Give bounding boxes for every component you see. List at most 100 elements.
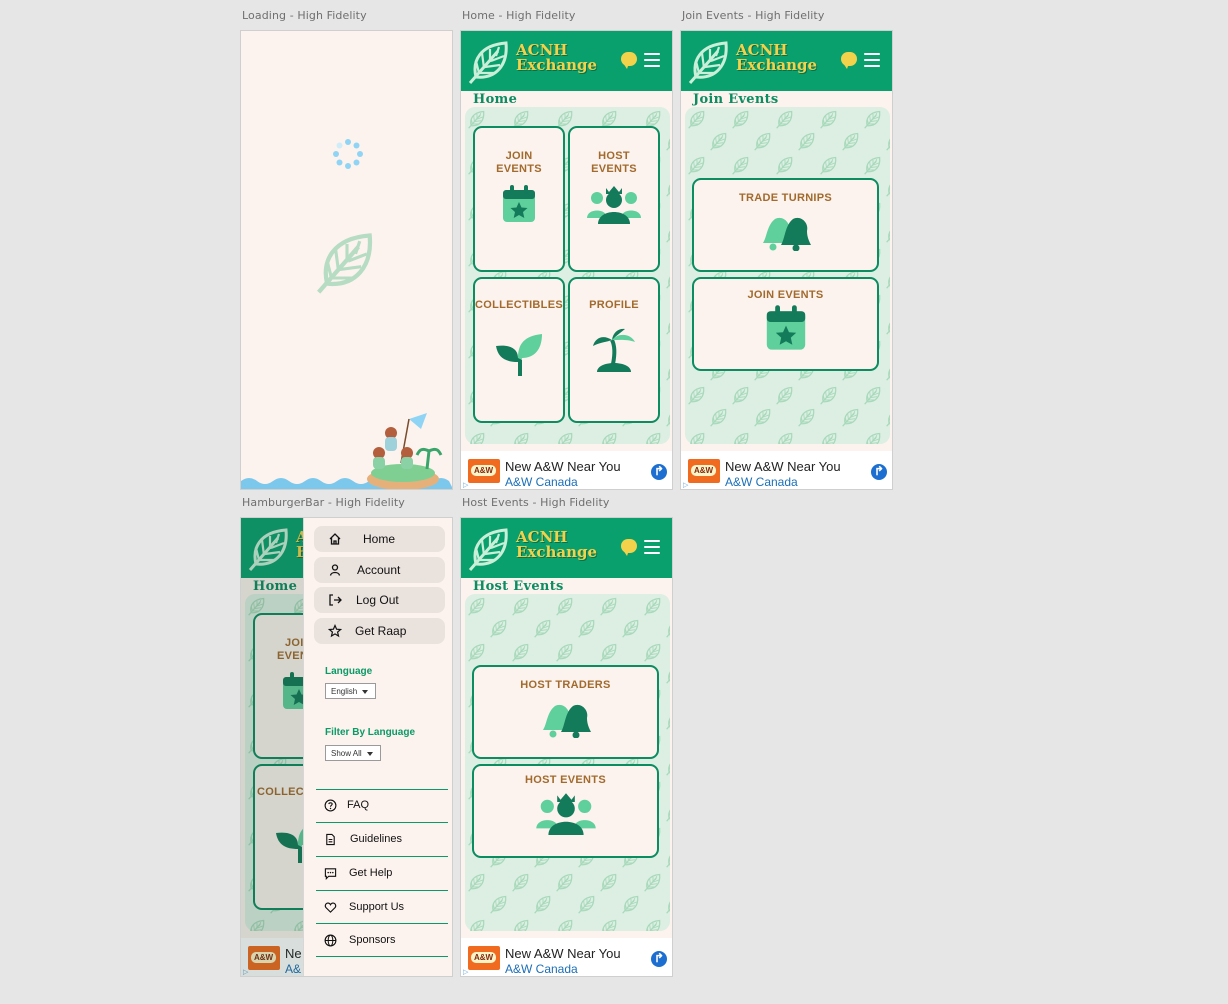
leaf-logo-icon (313, 227, 381, 295)
directions-icon[interactable] (871, 464, 887, 480)
ad-title: New A&W Near You (725, 459, 841, 474)
page-title: Home (473, 92, 518, 107)
menu-logout-button[interactable]: Log Out (314, 587, 445, 613)
leaf-logo-icon (688, 41, 728, 85)
adchoices-icon[interactable]: ▷ (463, 968, 468, 976)
host-events-card[interactable]: HOST EVENTS (472, 764, 659, 858)
divider (316, 923, 448, 924)
chat-icon[interactable] (841, 52, 857, 69)
host-events-card[interactable]: HOST EVENTS (568, 126, 660, 272)
loading-spinner-icon (333, 139, 363, 169)
language-select[interactable]: English (325, 683, 376, 699)
villagers-icon (587, 186, 641, 224)
aw-logo (688, 459, 720, 483)
ad-title: New A&W Near You (505, 946, 621, 961)
person-icon (329, 564, 341, 576)
hamburger-menu-icon[interactable] (864, 53, 880, 67)
join-events-frame: ACNH Exchange Join Events TRADE TURNIPS J… (680, 30, 893, 490)
trade-turnips-card[interactable]: TRADE TURNIPS (692, 178, 879, 272)
ad-banner[interactable]: New A&W Near You A&W Canada ▷ (461, 938, 672, 976)
menu-account-button[interactable]: Account (314, 557, 445, 583)
aw-logo (468, 459, 500, 483)
chat-icon[interactable] (621, 539, 637, 556)
help-circle-icon (324, 799, 337, 812)
aw-logo (468, 946, 500, 970)
ad-subtitle: A&W Canada (505, 475, 578, 489)
card-label: TRADE TURNIPS (738, 192, 833, 204)
join-events-card[interactable]: JOIN EVENTS (473, 126, 565, 272)
villagers-icon (535, 793, 596, 835)
bells-icon (762, 217, 811, 251)
ad-title: New A&W Near You (505, 459, 621, 474)
directions-icon[interactable] (651, 951, 667, 967)
menu-backdrop[interactable] (241, 518, 303, 976)
frame-label-host-events: Host Events - High Fidelity (462, 496, 610, 509)
app-header: ACNHExchange (461, 518, 672, 578)
app-header: ACNHExchange (681, 31, 892, 91)
card-label: JOIN EVENTS (496, 150, 542, 175)
card-label: JOIN EVENTS (747, 289, 824, 301)
divider (316, 890, 448, 891)
menu-get-raap-button[interactable]: Get Raap (314, 618, 445, 644)
bells-icon (542, 704, 591, 738)
ad-banner[interactable]: New A&W Near You A&W Canada ▷ (461, 451, 672, 489)
star-icon (328, 624, 342, 638)
document-icon (326, 833, 335, 846)
leaf-logo-icon (468, 528, 508, 572)
home-frame: ACNH Exchange Home JOIN EVENTS HOST EVENT… (460, 30, 673, 490)
divider (316, 789, 448, 790)
directions-icon[interactable] (651, 464, 667, 480)
collectibles-card[interactable]: COLLECTIBLES (473, 277, 565, 423)
frame-label-loading: Loading - High Fidelity (242, 9, 367, 22)
card-label: HOST TRADERS (520, 679, 611, 691)
chat-icon[interactable] (621, 52, 637, 69)
divider (316, 822, 448, 823)
calendar-icon (503, 185, 535, 222)
side-menu: Home Account Log Out Get Raap Language E… (303, 518, 452, 976)
heart-icon (324, 902, 337, 913)
card-label: COLLECTIBLES (475, 299, 563, 311)
menu-home-button[interactable]: Home (314, 526, 445, 552)
divider (316, 856, 448, 857)
page-title: Join Events (693, 92, 779, 107)
hamburger-frame: ACNHExchange Home JOI EVEN COLLEC Ne A& … (240, 517, 453, 977)
brand-logo: ACNHExchange (516, 41, 598, 74)
host-traders-card[interactable]: HOST TRADERS (472, 665, 659, 759)
adchoices-icon[interactable]: ▷ (463, 481, 468, 489)
brand-logo: ACNHExchange (736, 41, 818, 74)
loading-frame (240, 30, 453, 490)
sprout-icon (496, 334, 542, 376)
host-events-frame: ACNH Exchange Host Events HOST TRADERS HO… (460, 517, 673, 977)
card-label: HOST EVENTS (525, 774, 606, 786)
hamburger-menu-icon[interactable] (644, 540, 660, 554)
adchoices-icon[interactable]: ▷ (683, 481, 688, 489)
home-icon (329, 533, 341, 545)
leaf-pattern-background (465, 594, 670, 931)
frame-label-hamburger: HamburgerBar - High Fidelity (242, 496, 405, 509)
filter-language-label: Filter By Language (325, 727, 416, 738)
leaf-pattern-background (685, 107, 890, 444)
frame-label-join-events: Join Events - High Fidelity (682, 9, 825, 22)
filter-language-select[interactable]: Show All (325, 745, 381, 761)
brand-logo: ACNHExchange (516, 528, 598, 561)
profile-card[interactable]: PROFILE (568, 277, 660, 423)
divider (316, 956, 448, 957)
card-label: HOST EVENTS (591, 150, 637, 175)
palm-island-icon (591, 328, 637, 374)
join-events-card[interactable]: JOIN EVENTS (692, 277, 879, 371)
island-villagers-illustration (241, 413, 452, 489)
ad-subtitle: A&W Canada (505, 962, 578, 976)
ad-banner[interactable]: New A&W Near You A&W Canada ▷ (681, 451, 892, 489)
page-title: Host Events (473, 579, 564, 594)
globe-icon (324, 934, 337, 947)
logout-icon (329, 594, 342, 606)
calendar-icon (766, 305, 805, 350)
app-header: ACNHExchange (461, 31, 672, 91)
leaf-logo-icon (468, 41, 508, 85)
frame-label-home: Home - High Fidelity (462, 9, 576, 22)
chat-dots-icon (324, 868, 337, 880)
card-label: PROFILE (589, 299, 639, 311)
language-label: Language (325, 666, 373, 677)
ad-subtitle: A&W Canada (725, 475, 798, 489)
hamburger-menu-icon[interactable] (644, 53, 660, 67)
